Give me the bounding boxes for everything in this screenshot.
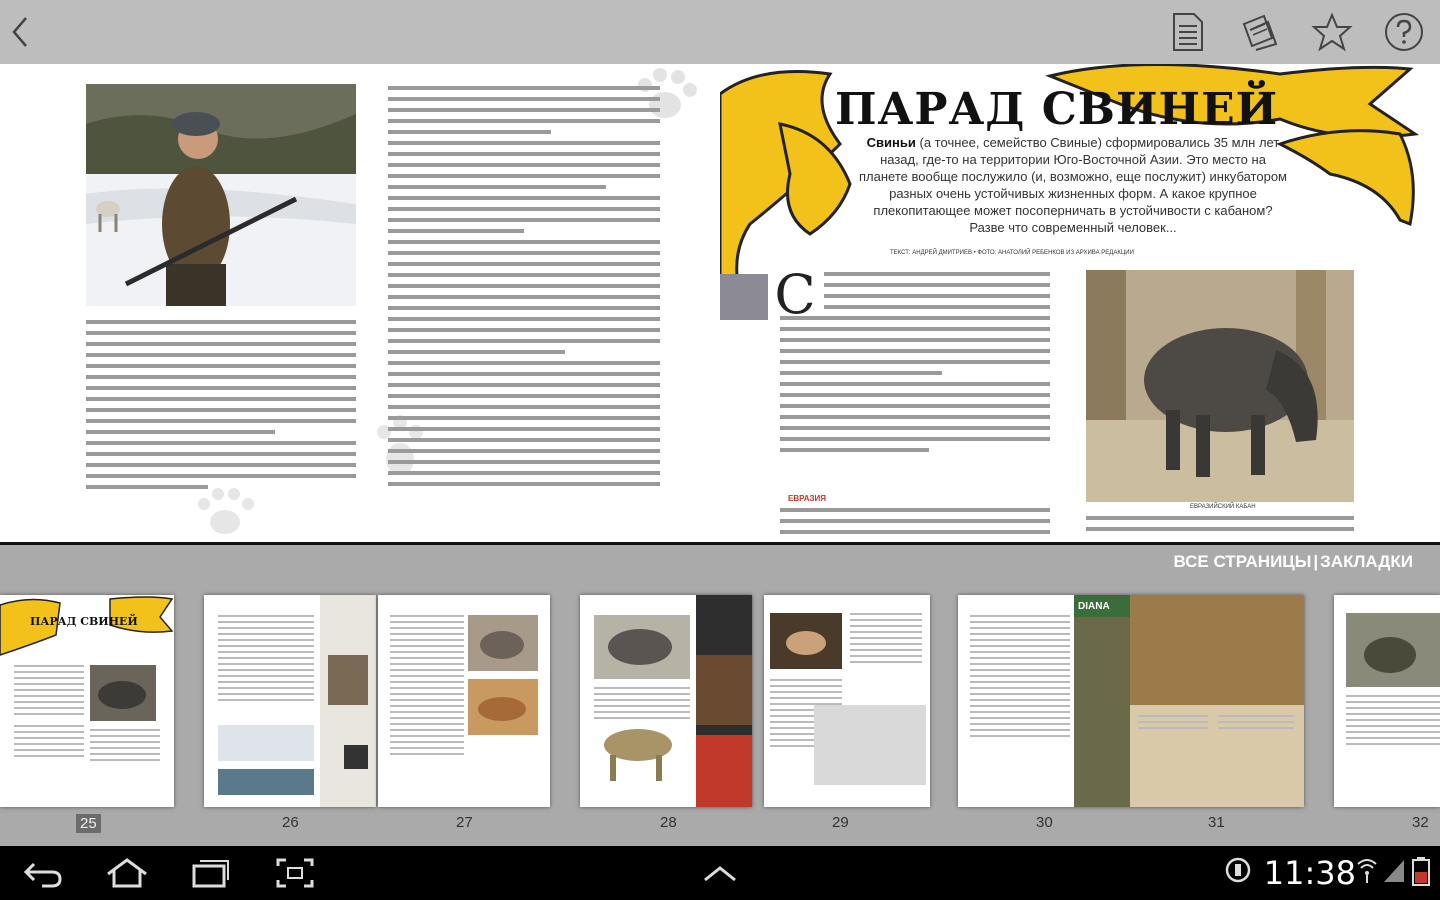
page-number-32[interactable]: 32 <box>1412 814 1429 831</box>
page-thumbnail[interactable] <box>204 595 376 807</box>
page-thumbnail[interactable]: DIANA <box>958 595 1304 807</box>
article-credit: ТЕКСТ: АНДРЕЙ ДМИТРИЕВ • ФОТО: АНАТОЛИЙ … <box>890 250 1134 256</box>
help-icon[interactable] <box>1382 10 1426 54</box>
boar-photo <box>1086 270 1354 502</box>
text-column <box>1086 516 1354 542</box>
magazine-spread[interactable]: ПАРАД СВИНЕЙ Свиньи (а точнее, семейство… <box>0 64 1440 542</box>
tab-bookmarks[interactable]: ЗАКЛАДКИ <box>1319 552 1414 571</box>
lead-bold: Свиньи <box>866 135 916 150</box>
page-number-25[interactable]: 25 <box>76 814 101 833</box>
diana-logo: DIANA <box>1078 601 1110 612</box>
tab-all-pages[interactable]: ВСЕ СТРАНИЦЫ <box>1172 552 1312 571</box>
thumb-title: ПАРАД СВИНЕЙ <box>30 615 138 628</box>
status-clock: 11:38 <box>1263 854 1356 892</box>
top-toolbar <box>0 0 1440 65</box>
lead-text: (а точнее, семейство Свиные) сформировал… <box>859 135 1287 235</box>
star-icon[interactable] <box>1310 10 1354 54</box>
page-number-27[interactable]: 27 <box>456 814 473 831</box>
left-page <box>0 64 720 542</box>
text-column <box>86 320 356 540</box>
article-headline: ПАРАД СВИНЕЙ <box>835 84 1279 135</box>
home-icon[interactable] <box>104 856 150 890</box>
wifi-icon <box>1357 859 1377 883</box>
page-number-28[interactable]: 28 <box>660 814 677 831</box>
page-thumbnail[interactable] <box>1334 595 1440 807</box>
page-thumbnail[interactable]: ПАРАД СВИНЕЙ <box>0 595 174 807</box>
boar-caption: ЕВРАЗИЙСКИЙ КАБАН <box>1190 504 1256 510</box>
page-icon[interactable] <box>1166 10 1210 54</box>
page-thumbnail[interactable] <box>378 595 550 807</box>
page-number-30[interactable]: 30 <box>1036 814 1053 831</box>
article-lead: Свиньи (а точнее, семейство Свиные) сфор… <box>858 134 1288 236</box>
signal-icon <box>1384 860 1404 882</box>
usb-debug-icon <box>1225 857 1251 883</box>
recent-apps-icon[interactable] <box>188 856 234 890</box>
dropcap-block <box>720 274 768 320</box>
section-subhead: ЕВРАЗИЯ <box>788 494 827 503</box>
hunter-photo <box>86 84 356 306</box>
chevron-left-icon[interactable] <box>6 14 32 50</box>
pages-icon[interactable] <box>1238 10 1282 54</box>
page-number-29[interactable]: 29 <box>832 814 849 831</box>
battery-icon <box>1412 857 1430 886</box>
back-icon[interactable] <box>20 856 66 890</box>
page-thumbnail[interactable] <box>764 595 930 807</box>
page-thumbnail[interactable] <box>580 595 752 807</box>
text-column <box>780 508 1050 542</box>
screenshot-icon[interactable] <box>272 856 318 890</box>
up-chevron-icon[interactable] <box>697 856 743 890</box>
text-column <box>388 86 660 542</box>
page-number-31[interactable]: 31 <box>1208 814 1225 831</box>
page-number-26[interactable]: 26 <box>282 814 299 831</box>
strip-tabs: ВСЕ СТРАНИЦЫ | ЗАКЛАДКИ <box>1172 552 1414 572</box>
